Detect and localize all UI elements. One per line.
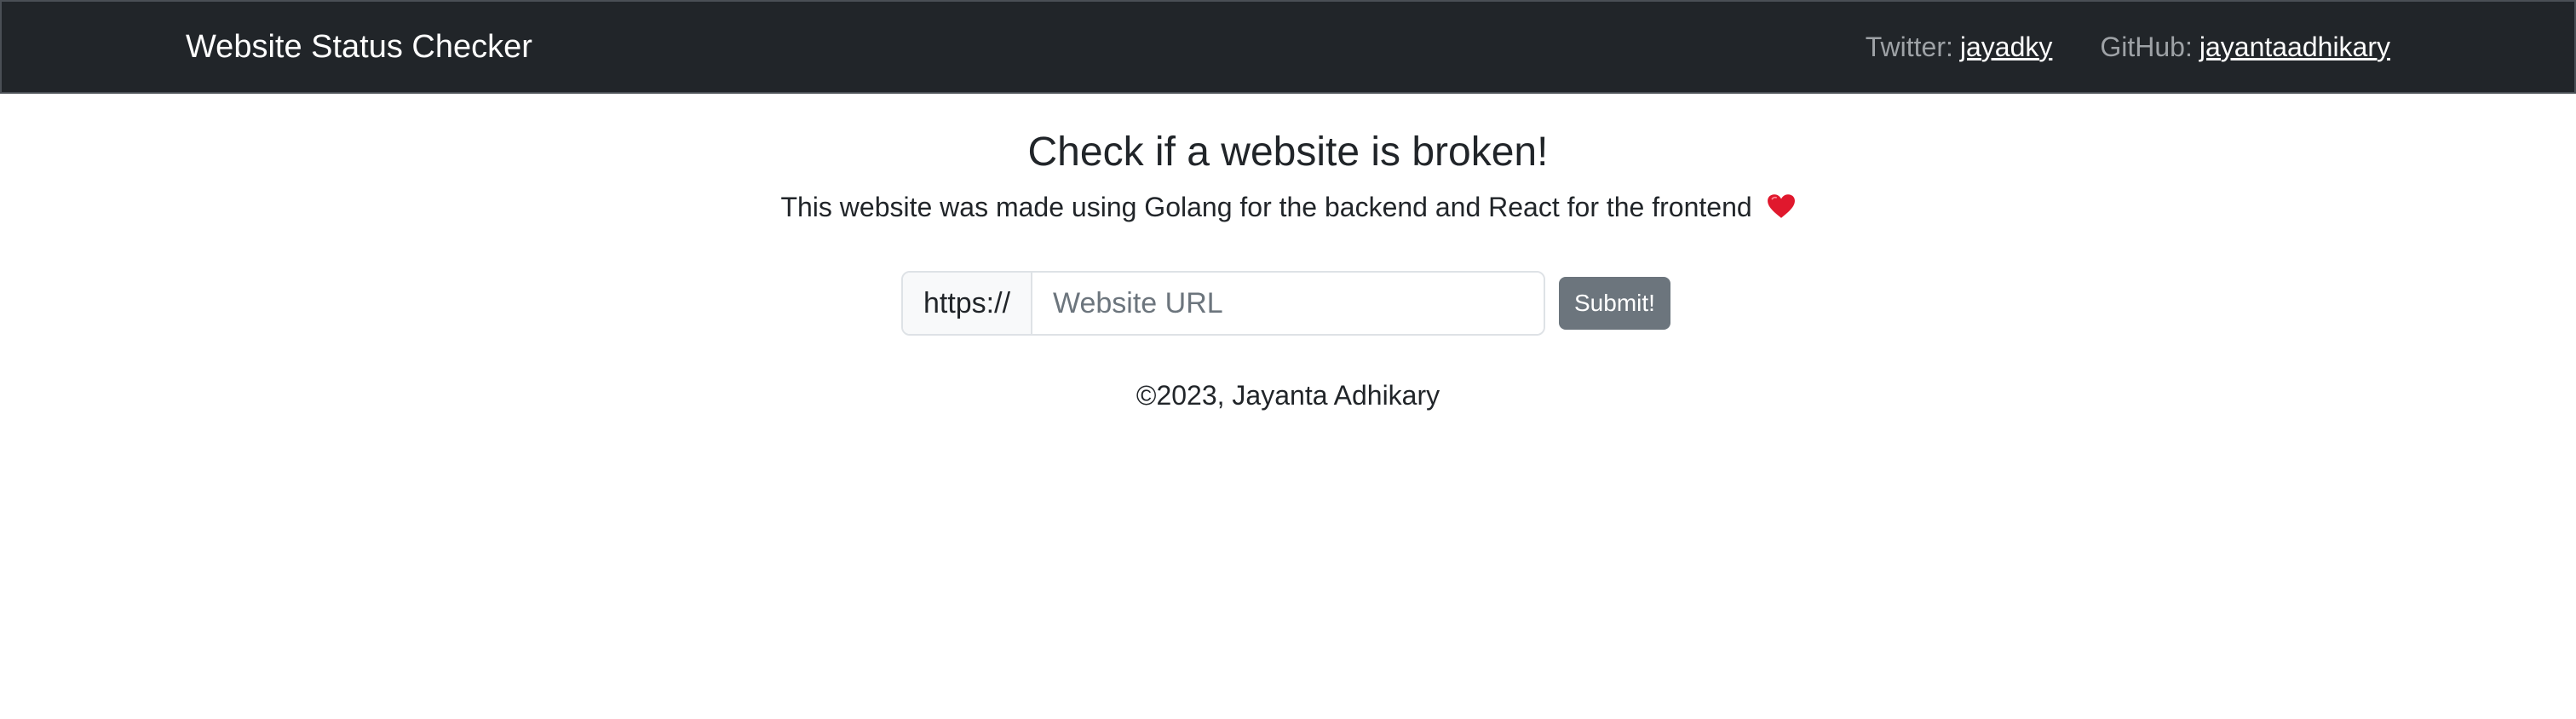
social-links: Twitter: jayadky GitHub: jayantaadhikary (1866, 2, 2390, 92)
footer-copyright: ©2023, Jayanta Adhikary (1136, 380, 1440, 411)
page-title: Check if a website is broken! (1027, 129, 1549, 175)
page-subtitle: This website was made using Golang for t… (0, 191, 2576, 223)
url-form: https:// Submit! (901, 271, 1670, 336)
github-label: GitHub: (2100, 31, 2193, 62)
brand-link[interactable]: Website Status Checker (186, 2, 532, 92)
submit-button[interactable]: Submit! (1559, 277, 1670, 330)
url-input-group: https:// (901, 271, 1545, 336)
github-link[interactable]: jayantaadhikary (2199, 32, 2390, 63)
navbar: Website Status Checker Twitter: jayadky … (0, 0, 2576, 94)
twitter-group: Twitter: jayadky (1866, 32, 2053, 63)
subtitle-text: This website was made using Golang for t… (780, 192, 1752, 222)
github-group: GitHub: jayantaadhikary (2100, 32, 2390, 63)
url-prefix: https:// (903, 273, 1032, 334)
website-url-input[interactable] (1032, 273, 1544, 334)
twitter-label: Twitter: (1865, 31, 1953, 62)
heart-icon (1767, 194, 1795, 218)
twitter-link[interactable]: jayadky (1960, 32, 2053, 63)
